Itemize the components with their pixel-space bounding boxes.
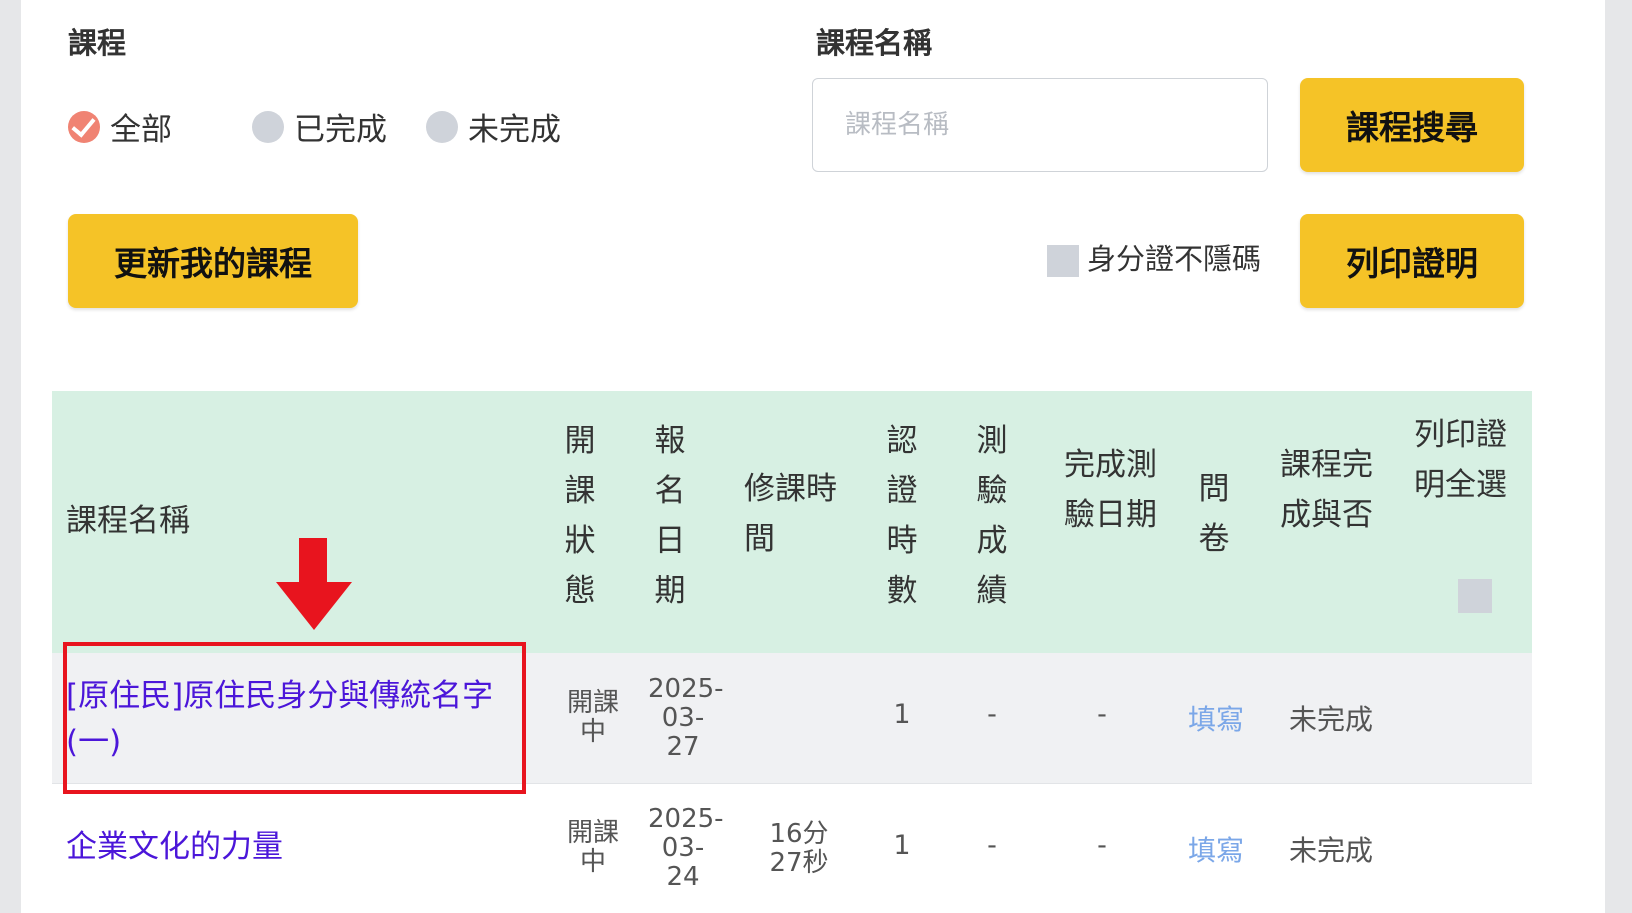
th-cert-hours: 認證時數: [886, 423, 918, 609]
checkbox-icon: [1047, 245, 1079, 277]
test-date: -: [1097, 699, 1107, 730]
radio-all-label: 全部: [110, 112, 172, 148]
th-status: 開課狀態: [564, 423, 596, 609]
enroll-date: 2025-03-24: [648, 804, 724, 892]
print-certificate-button[interactable]: 列印證明: [1300, 214, 1524, 308]
th-survey: 問卷: [1198, 471, 1230, 557]
course-status: 開課中: [566, 688, 619, 747]
radio-completed[interactable]: 已完成: [252, 104, 387, 149]
th-test-date: 完成測驗日期: [1064, 447, 1157, 533]
radio-unchecked-icon: [252, 110, 284, 143]
arrow-down-icon: [276, 538, 352, 630]
test-date: -: [1097, 830, 1107, 861]
completion-status: 未完成: [1288, 703, 1373, 736]
highlight-box: [63, 642, 526, 794]
th-enroll-date: 報名日期: [654, 423, 686, 609]
radio-incomplete-label: 未完成: [468, 112, 561, 148]
radio-all[interactable]: 全部: [68, 104, 172, 149]
select-all-checkbox[interactable]: [1458, 579, 1492, 613]
survey-fill-link[interactable]: 填寫: [1176, 698, 1256, 738]
completion-status: 未完成: [1288, 834, 1373, 867]
th-course-name: 課程名稱: [66, 503, 190, 539]
radio-unchecked-icon: [426, 110, 458, 143]
radio-completed-label: 已完成: [294, 112, 387, 148]
id-unmask-label: 身分證不隱碼: [1087, 242, 1262, 276]
test-score: -: [987, 830, 997, 861]
course-status: 開課中: [566, 818, 619, 877]
cert-hours: 1: [893, 699, 911, 730]
course-search-button[interactable]: 課程搜尋: [1300, 78, 1524, 172]
table-row: 企業文化的力量 開課中 2025-03-24 16分27秒 1 - - 填寫 未…: [52, 784, 1532, 913]
course-name-link[interactable]: 企業文化的力量: [66, 824, 506, 870]
course-filter-label: 課程: [68, 26, 127, 60]
test-score: -: [987, 699, 997, 730]
radio-incomplete[interactable]: 未完成: [426, 104, 561, 149]
th-completion: 課程完成與否: [1280, 447, 1373, 533]
id-unmask-checkbox[interactable]: 身分證不隱碼: [1047, 236, 1261, 278]
refresh-my-courses-button[interactable]: 更新我的課程: [68, 214, 358, 308]
survey-fill-link[interactable]: 填寫: [1176, 829, 1256, 869]
course-name-label: 課程名稱: [816, 26, 933, 60]
enroll-date: 2025-03-27: [648, 674, 724, 762]
radio-checked-icon: [68, 110, 100, 143]
course-name-input[interactable]: [812, 78, 1268, 172]
study-time: 16分27秒: [769, 819, 829, 878]
cert-hours: 1: [893, 830, 911, 861]
th-test-score: 測驗成績: [976, 423, 1008, 609]
th-study-time: 修課時間: [744, 471, 837, 557]
th-print-select-all: 列印證明全選: [1414, 417, 1507, 503]
